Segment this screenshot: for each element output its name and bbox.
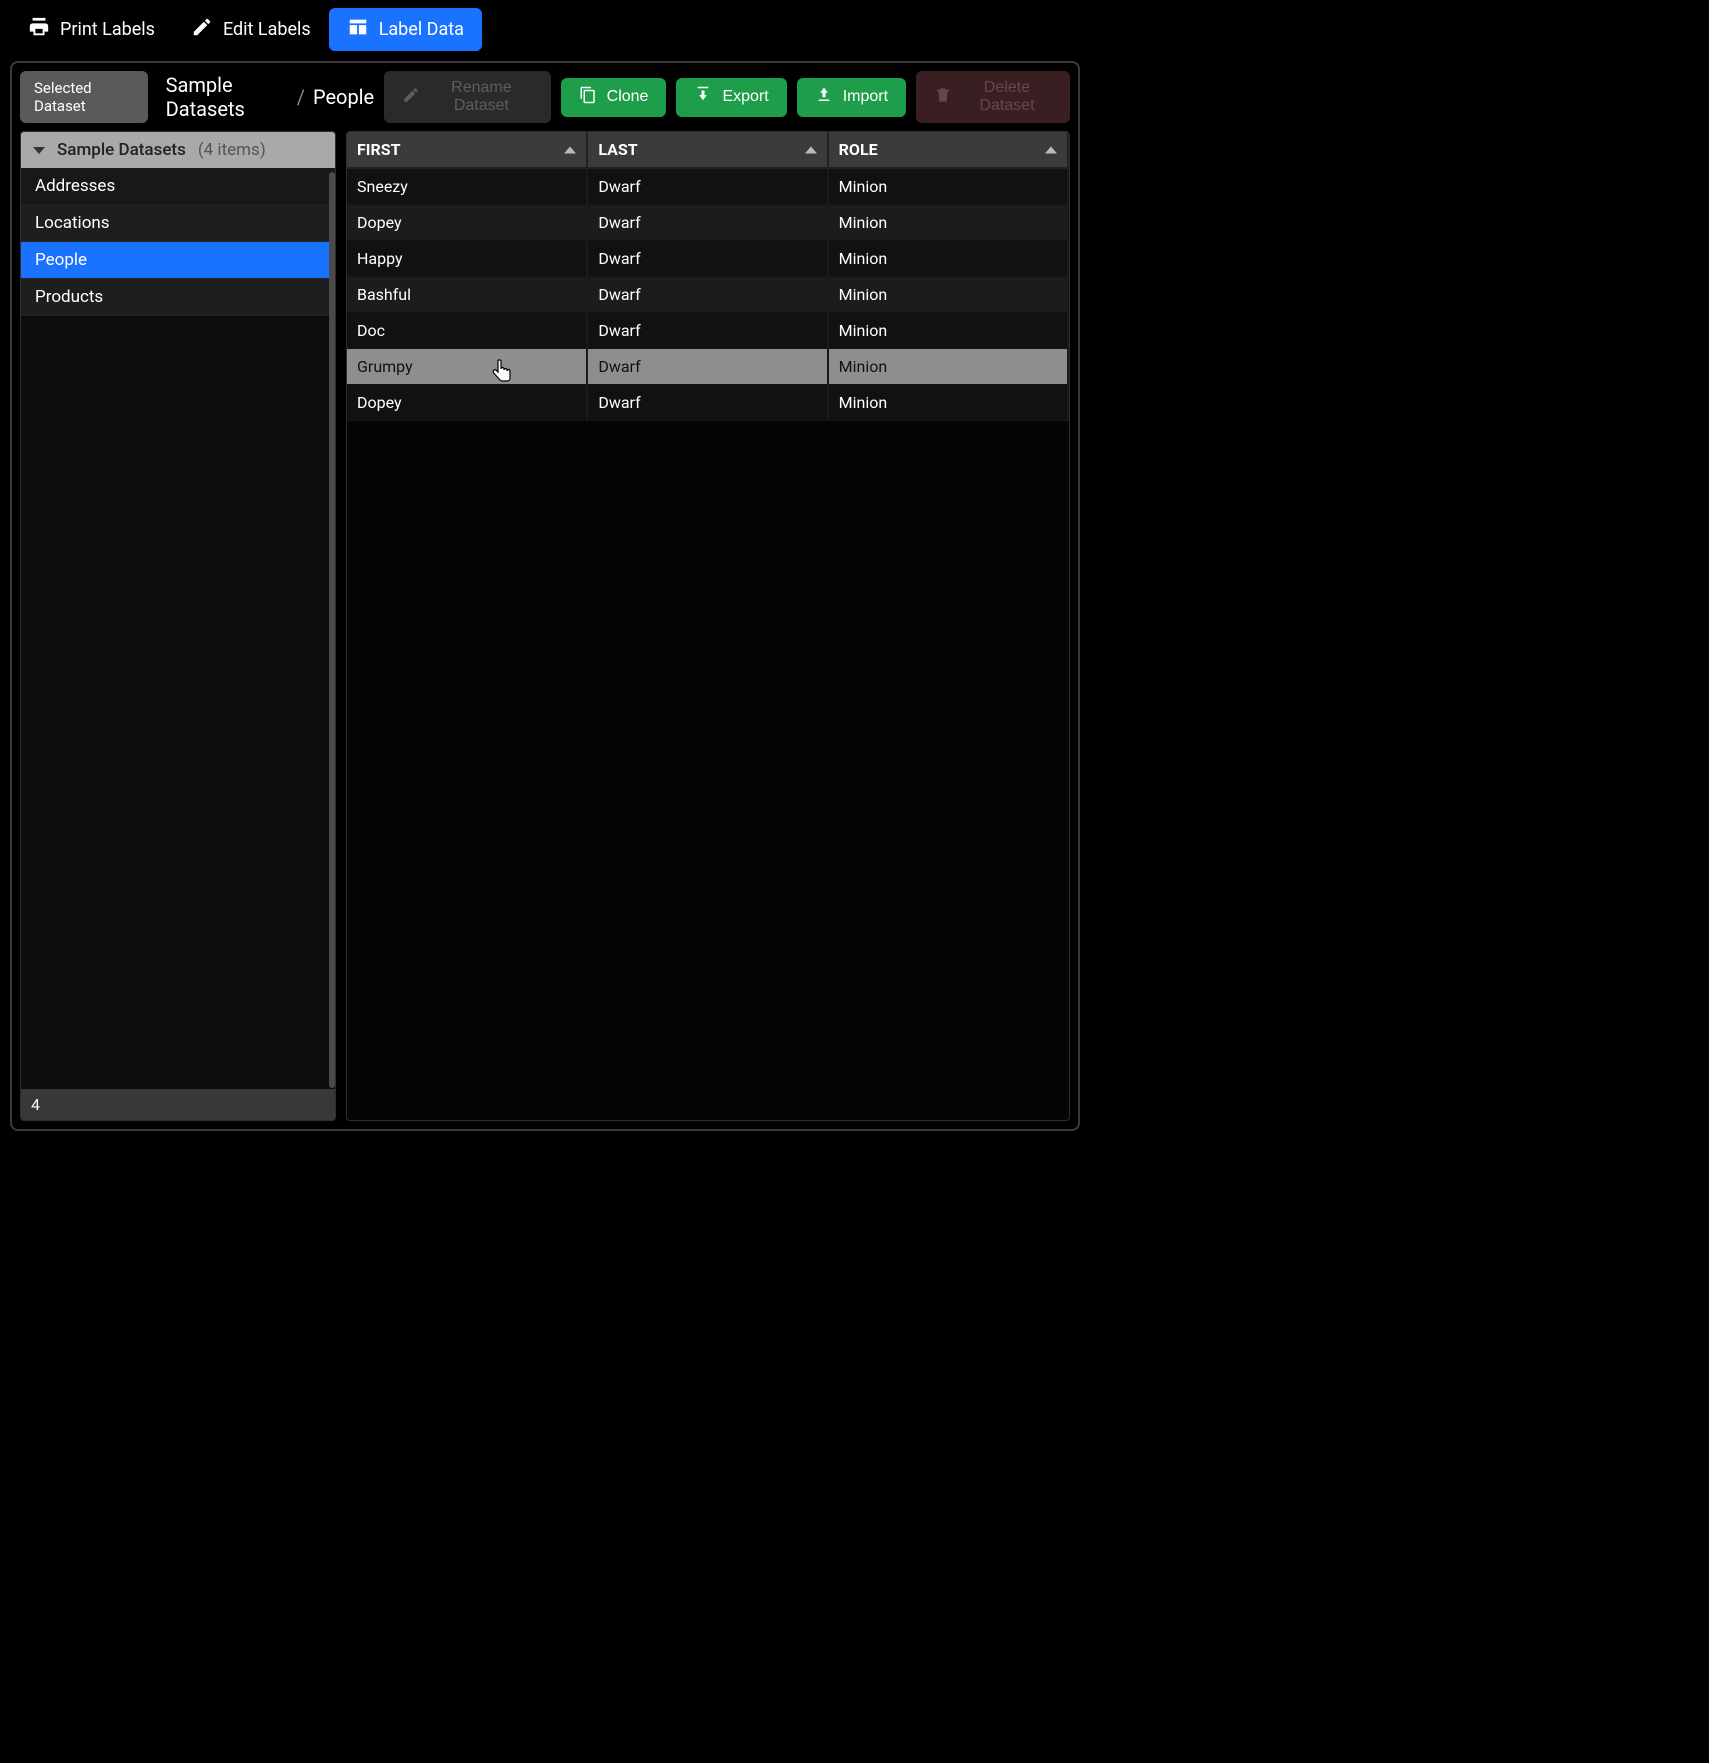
tab-edit-labels[interactable]: Edit Labels [173,8,329,51]
sidebar-list: AddressesLocationsPeopleProducts [21,168,335,1089]
import-label: Import [843,88,888,106]
cell-role[interactable]: Minion [828,168,1068,205]
breadcrumb-sep: / [297,85,305,109]
caret-down-icon [33,147,45,154]
tab-label: Edit Labels [223,19,311,40]
table-row[interactable]: BashfulDwarfMinion [347,277,1068,313]
cell-first[interactable]: Doc [347,313,587,349]
cell-last[interactable]: Dwarf [587,349,827,385]
table-row[interactable]: DocDwarfMinion [347,313,1068,349]
cell-role[interactable]: Minion [828,385,1068,421]
dataset-toolbar: Selected Dataset Sample Datasets / Peopl… [20,71,1070,123]
tab-label: Label Data [379,19,464,40]
cell-first[interactable]: Sneezy [347,168,587,205]
clone-icon [579,86,597,109]
sidebar-title: Sample Datasets [57,140,186,160]
column-label: ROLE [839,140,878,159]
sidebar-item-people[interactable]: People [21,242,335,279]
grid-header: FIRST LAST ROLE [347,132,1068,168]
pencil-icon [191,16,213,43]
download-icon [694,86,712,109]
export-label: Export [722,88,768,106]
cell-last[interactable]: Dwarf [587,241,827,277]
grid-body: SneezyDwarfMinionDopeyDwarfMinionHappyDw… [347,168,1068,421]
breadcrumb: Sample Datasets / People [166,73,375,121]
tab-print-labels[interactable]: Print Labels [10,8,173,51]
dataset-sidebar: Sample Datasets (4 items) AddressesLocat… [20,131,336,1121]
app-root: Print Labels Edit Labels Label Data Select… [0,0,1090,1139]
cell-last[interactable]: Dwarf [587,205,827,241]
cell-last[interactable]: Dwarf [587,385,827,421]
sort-asc-icon [805,146,817,153]
column-header-last[interactable]: LAST [587,132,827,168]
table-row[interactable]: DopeyDwarfMinion [347,385,1068,421]
import-button[interactable]: Import [797,78,906,117]
data-grid: FIRSTLASTROLE SneezyDwarfMinionDopeyDwar… [347,132,1069,421]
column-label: LAST [598,140,637,159]
cell-role[interactable]: Minion [828,241,1068,277]
rename-dataset-button: Rename Dataset [384,71,550,123]
cell-role[interactable]: Minion [828,349,1068,385]
cell-first[interactable]: Happy [347,241,587,277]
data-grid-wrap: FIRSTLASTROLE SneezyDwarfMinionDopeyDwar… [346,131,1070,1121]
breadcrumb-group: Sample Datasets [166,73,289,121]
export-button[interactable]: Export [676,78,786,117]
table-row[interactable]: DopeyDwarfMinion [347,205,1068,241]
cell-role[interactable]: Minion [828,277,1068,313]
main-panel: Selected Dataset Sample Datasets / Peopl… [10,61,1080,1131]
cell-first[interactable]: Bashful [347,277,587,313]
sidebar-item-addresses[interactable]: Addresses [21,168,335,205]
top-nav: Print Labels Edit Labels Label Data [10,8,1080,51]
cell-role[interactable]: Minion [828,205,1068,241]
tab-label: Print Labels [60,19,155,40]
cell-last[interactable]: Dwarf [587,277,827,313]
cell-role[interactable]: Minion [828,313,1068,349]
selected-dataset-chip: Selected Dataset [20,71,148,123]
column-label: FIRST [357,140,400,159]
clone-button[interactable]: Clone [561,78,667,117]
pencil-icon [402,86,420,109]
rename-label: Rename Dataset [430,79,532,115]
panel-body: Sample Datasets (4 items) AddressesLocat… [20,131,1070,1121]
scrollbar[interactable] [329,172,335,1088]
delete-dataset-button: Delete Dataset [916,71,1070,123]
sort-asc-icon [1045,146,1057,153]
cell-first[interactable]: Dopey [347,205,587,241]
table-row[interactable]: SneezyDwarfMinion [347,168,1068,205]
column-header-role[interactable]: ROLE [828,132,1068,168]
table-icon [347,16,369,43]
cell-first[interactable]: Grumpy [347,349,587,385]
tab-label-data[interactable]: Label Data [329,8,482,51]
table-row[interactable]: HappyDwarfMinion [347,241,1068,277]
sidebar-footer: 4 [21,1089,335,1120]
sidebar-count: (4 items) [198,140,266,160]
delete-label: Delete Dataset [962,79,1052,115]
cell-last[interactable]: Dwarf [587,168,827,205]
sort-asc-icon [564,146,576,153]
sidebar-header[interactable]: Sample Datasets (4 items) [21,132,335,168]
sidebar-item-products[interactable]: Products [21,279,335,316]
upload-icon [815,86,833,109]
breadcrumb-item: People [313,85,374,109]
print-icon [28,16,50,43]
column-header-first[interactable]: FIRST [347,132,587,168]
clone-label: Clone [607,88,649,106]
table-row[interactable]: GrumpyDwarfMinion [347,349,1068,385]
sidebar-item-locations[interactable]: Locations [21,205,335,242]
cell-last[interactable]: Dwarf [587,313,827,349]
cell-first[interactable]: Dopey [347,385,587,421]
trash-icon [934,86,952,109]
